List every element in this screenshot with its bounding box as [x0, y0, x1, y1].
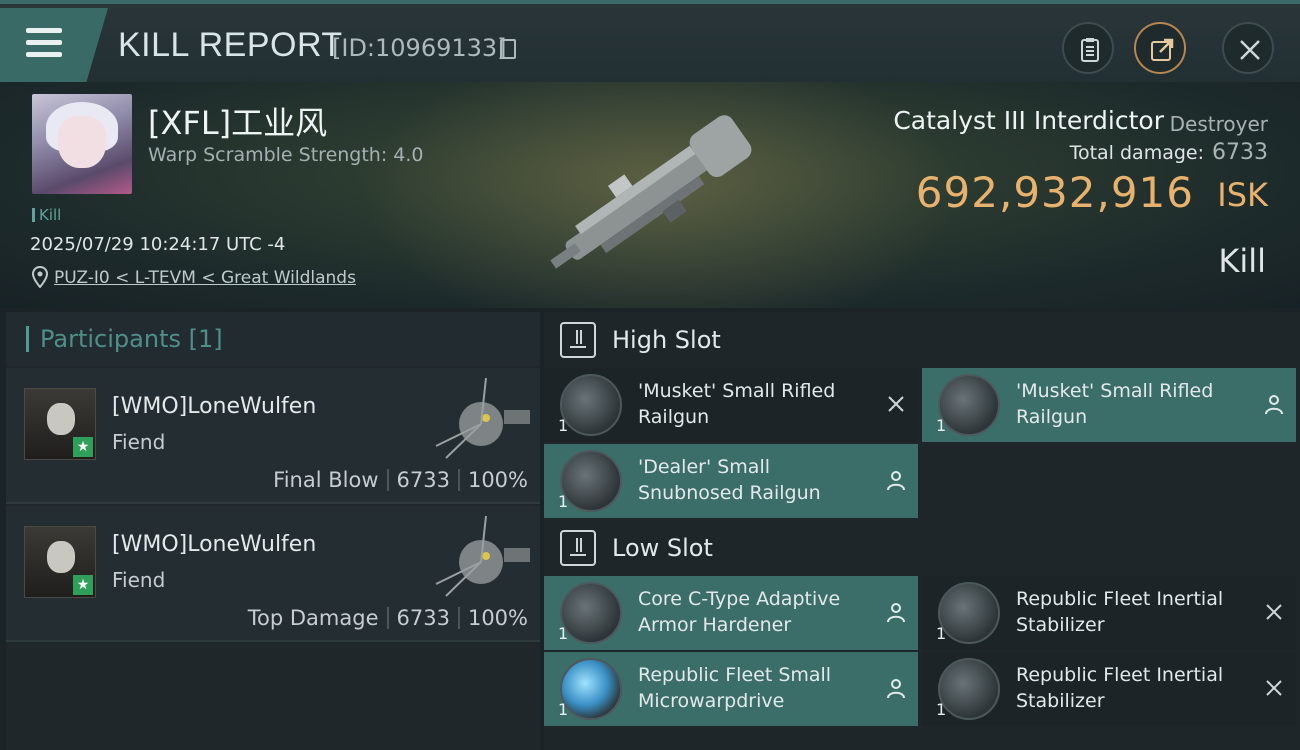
participant-name[interactable]: [WMO]LoneWulfen [112, 532, 316, 557]
hamburger-icon [26, 28, 62, 58]
participant-ship-image[interactable] [426, 376, 536, 466]
low-slot-icon [560, 530, 596, 566]
participant-card[interactable]: ★ [WMO]LoneWulfen Fiend Final Blow 6733 10… [6, 368, 540, 504]
dropped-person-icon [1265, 395, 1283, 415]
participants-header: Participants [1] [6, 312, 540, 366]
total-damage-value: 6733 [1212, 140, 1268, 165]
share-button[interactable] [1134, 22, 1186, 74]
module-name: Republic Fleet Small Microwarpdrive [638, 664, 832, 712]
module-qty: 1 [936, 700, 947, 719]
module-qty: 1 [558, 624, 569, 643]
location-link[interactable]: PUZ-I0 < L-TEVM < Great Wildlands [54, 268, 356, 288]
star-icon: ★ [73, 575, 93, 595]
inertial-stabilizer-icon [938, 582, 1000, 644]
module-qty: 1 [558, 416, 569, 435]
report-id: [ID:10969133] [332, 34, 507, 62]
clipboard-icon [1081, 38, 1099, 62]
participant-ship: Fiend [112, 430, 166, 454]
module-name: 'Dealer' Small Snubnosed Railgun [638, 456, 821, 504]
participant-card[interactable]: ★ [WMO]LoneWulfen Fiend Top Damage 6733 10… [6, 506, 540, 642]
victim-banner: [XFL]工业风 Warp Scramble Strength: 4.0 Kil… [0, 82, 1300, 308]
dropped-person-icon [887, 471, 905, 491]
participant-damage: 6733 [396, 468, 450, 492]
module-item[interactable]: 1 Core C-Type Adaptive Armor Hardener [544, 576, 918, 650]
star-icon: ★ [73, 437, 93, 457]
microwarpdrive-icon [560, 658, 622, 720]
destroyed-icon [888, 396, 904, 412]
module-qty: 1 [558, 492, 569, 511]
destroyed-icon [1266, 604, 1282, 620]
copy-id-icon[interactable] [500, 39, 516, 59]
participant-role: Final Blow [273, 468, 379, 492]
module-name: Republic Fleet Inertial Stabilizer [1016, 664, 1224, 712]
kill-tag: Kill [32, 206, 61, 224]
participant-stats: Final Blow 6733 100% [273, 468, 528, 492]
participants-panel: Participants [1] ★ [WMO]LoneWulfen Fiend… [6, 312, 540, 750]
participant-avatar[interactable]: ★ [24, 388, 96, 460]
railgun-icon [938, 374, 1000, 436]
participant-role: Top Damage [247, 606, 379, 630]
victim-ship-image[interactable] [530, 112, 780, 272]
participant-stats: Top Damage 6733 100% [248, 606, 528, 630]
module-item[interactable]: 1 Republic Fleet Small Microwarpdrive [544, 652, 918, 726]
victim-ship-name[interactable]: Catalyst III Interdictor [893, 106, 1164, 135]
close-button[interactable] [1222, 22, 1274, 74]
participant-damage: 6733 [396, 606, 450, 630]
module-item[interactable]: 1 'Musket' Small Rifled Railgun [922, 368, 1296, 442]
header-bar: KILL REPORT [ID:10969133] [0, 0, 1300, 82]
page-title: KILL REPORT [118, 26, 343, 64]
dropped-person-icon [887, 679, 905, 699]
module-item[interactable]: 1 'Musket' Small Rifled Railgun [544, 368, 918, 442]
low-slot-label: Low Slot [612, 534, 713, 562]
victim-name[interactable]: [XFL]工业风 [148, 98, 327, 144]
inertial-stabilizer-icon [938, 658, 1000, 720]
module-item[interactable]: 1 Republic Fleet Inertial Stabilizer [922, 652, 1296, 726]
destroyed-icon [1266, 680, 1282, 696]
participant-percent: 100% [467, 468, 528, 492]
module-qty: 1 [558, 700, 569, 719]
module-name: 'Musket' Small Rifled Railgun [638, 380, 836, 428]
module-name: Core C-Type Adaptive Armor Hardener [638, 588, 841, 636]
module-name: Republic Fleet Inertial Stabilizer [1016, 588, 1224, 636]
participant-percent: 100% [467, 606, 528, 630]
victim-avatar[interactable] [32, 94, 132, 194]
result-label: Kill [1218, 242, 1266, 280]
module-item[interactable]: 1 Republic Fleet Inertial Stabilizer [922, 576, 1296, 650]
isk-unit: ISK [1217, 176, 1268, 214]
railgun-icon [560, 374, 622, 436]
participant-avatar[interactable]: ★ [24, 526, 96, 598]
armor-hardener-icon [560, 582, 622, 644]
participant-name[interactable]: [WMO]LoneWulfen [112, 394, 316, 419]
victim-ship-class: Destroyer [1169, 112, 1268, 136]
share-icon [1151, 38, 1174, 61]
module-name: 'Musket' Small Rifled Railgun [1016, 380, 1214, 428]
participant-ship-image[interactable] [426, 514, 536, 604]
total-damage-label: Total damage: [1069, 142, 1204, 164]
railgun-icon [560, 450, 622, 512]
clipboard-button[interactable] [1062, 22, 1114, 74]
dropped-person-icon [887, 603, 905, 623]
high-slot-header: High Slot [544, 312, 1300, 372]
close-icon [1240, 40, 1260, 60]
low-slot-header: Low Slot [544, 520, 1300, 580]
warp-scramble-strength: Warp Scramble Strength: 4.0 [148, 144, 424, 166]
module-qty: 1 [936, 416, 947, 435]
location-pin-icon [32, 266, 48, 288]
isk-value: 692,932,916 [915, 168, 1194, 217]
high-slot-icon [560, 322, 596, 358]
module-qty: 1 [936, 624, 947, 643]
module-item[interactable]: 1 'Dealer' Small Snubnosed Railgun [544, 444, 918, 518]
kill-datetime: 2025/07/29 10:24:17 UTC -4 [30, 234, 286, 255]
fitting-panel: High Slot 1 'Musket' Small Rifled Railgun… [544, 312, 1300, 750]
high-slot-label: High Slot [612, 326, 721, 354]
participant-ship: Fiend [112, 568, 166, 592]
menu-button[interactable] [0, 8, 108, 82]
participants-title: Participants [1] [40, 325, 223, 353]
